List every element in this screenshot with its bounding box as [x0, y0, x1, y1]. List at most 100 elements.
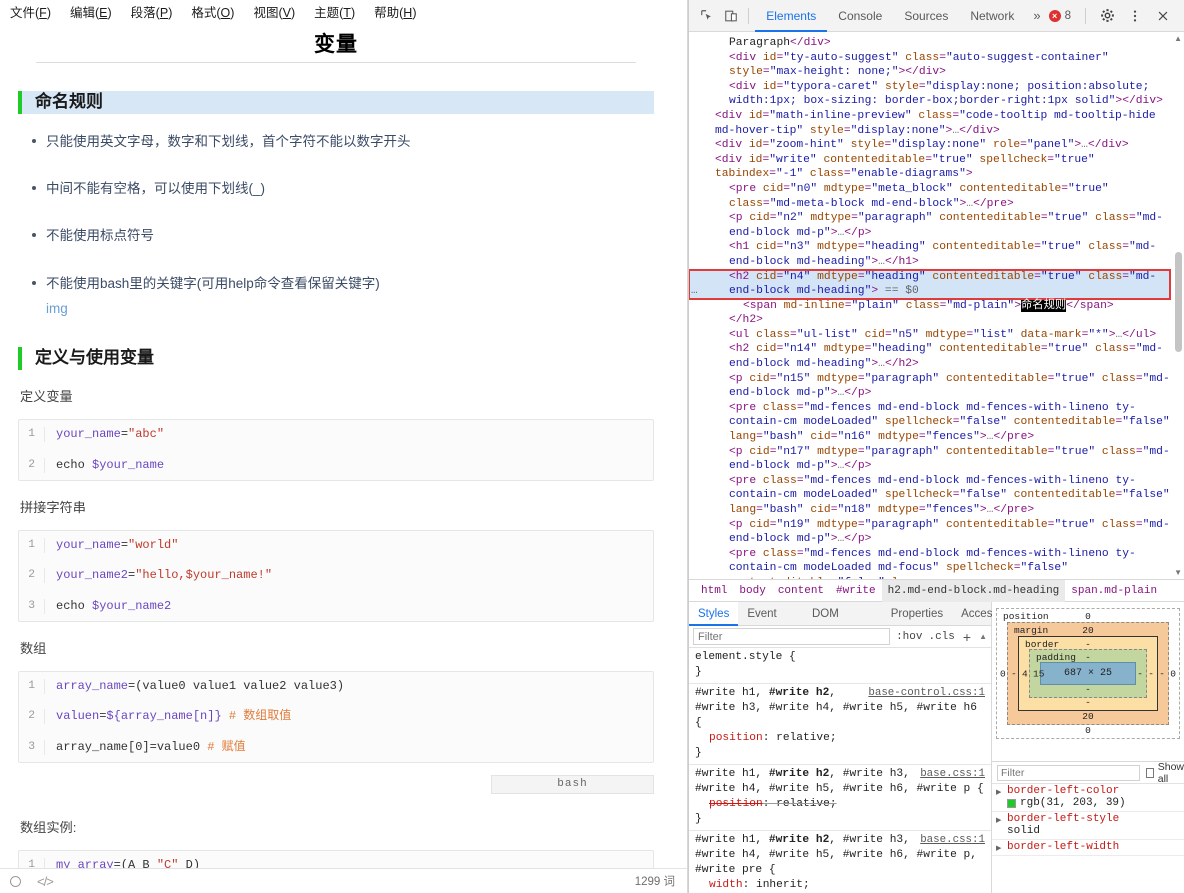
menu-item-theme[interactable]: 主题(T) [314, 2, 355, 21]
padding-bottom-value[interactable]: - [1085, 684, 1091, 695]
gear-icon[interactable] [1094, 4, 1120, 28]
box-model-content-size[interactable]: 687 × 25 [1040, 662, 1136, 685]
css-declaration[interactable]: width: inherit; [695, 878, 985, 893]
breadcrumb-item[interactable]: html [695, 580, 733, 602]
margin-bottom-value[interactable]: 20 [1082, 711, 1093, 722]
dom-node-line[interactable]: <span md-inline="plain" class="md-plain"… [689, 299, 1170, 314]
border-right-value[interactable]: - [1148, 668, 1154, 679]
dom-node-line[interactable]: <ul class="ul-list" cid="n5" mdtype="lis… [689, 328, 1170, 343]
css-declaration[interactable]: position: relative; [695, 731, 985, 746]
img-link[interactable]: img [46, 299, 654, 319]
styles-tab-properties[interactable]: Properties [882, 602, 952, 626]
tab-network[interactable]: Network [959, 0, 1025, 32]
document-body[interactable]: 变量 命名规则 只能使用英文字母，数字和下划线，首个字符不能以数字开头 中间不能… [0, 28, 687, 893]
computed-property-name[interactable]: border-left-color [996, 785, 1180, 797]
menu-item-file[interactable]: 文件(F) [10, 2, 51, 21]
dom-node-line[interactable]: <div id="write" contenteditable="true" s… [689, 153, 1170, 182]
dom-node-line[interactable]: <div id="typora-caret" style="display:no… [689, 80, 1170, 109]
border-bottom-value[interactable]: - [1085, 697, 1091, 708]
padding-right-value[interactable]: - [1137, 668, 1143, 679]
position-top-value[interactable]: 0 [1085, 611, 1091, 622]
breadcrumb[interactable]: html body content #write h2.md-end-block.md-… [689, 579, 1184, 602]
list-item[interactable]: 不能使用bash里的关键字(可用help命令查看保留关键字) img [32, 274, 654, 320]
color-swatch[interactable] [1007, 798, 1016, 808]
paragraph-array-example[interactable]: 数组实例: [20, 817, 654, 836]
expand-arrow-icon[interactable] [996, 816, 1001, 825]
paragraph-define-variable[interactable]: 定义变量 [20, 386, 654, 405]
computed-property-name[interactable]: border-left-width [996, 841, 1180, 853]
breadcrumb-item[interactable]: #write [830, 580, 882, 602]
dom-node-line[interactable]: <div id="math-inline-preview" class="cod… [689, 109, 1170, 138]
margin-left-value[interactable]: - [1011, 668, 1017, 679]
cls-toggle-button[interactable]: .cls [928, 631, 954, 643]
css-declaration[interactable]: position: relative; [695, 797, 985, 812]
paragraph-array[interactable]: 数组 [20, 638, 654, 657]
box-model-diagram[interactable]: position 0 0 0 0 margin 20 - - 20 border… [992, 602, 1184, 762]
checkbox-icon[interactable] [1146, 767, 1154, 778]
breadcrumb-item[interactable]: h2.md-end-block.md-heading [881, 579, 1066, 602]
scroll-up-arrow[interactable]: ▲ [1174, 34, 1182, 43]
scrollbar-thumb[interactable] [1175, 252, 1182, 352]
new-style-rule-button[interactable]: + [961, 629, 973, 645]
styles-filter-input[interactable] [693, 628, 891, 645]
dom-node-line[interactable]: <h1 cid="n3" mdtype="heading" contentedi… [689, 240, 1170, 269]
heading-define-use-variable[interactable]: 定义与使用变量 [18, 347, 654, 371]
dom-node-line[interactable]: Paragraph</div> [689, 36, 1170, 51]
inspect-element-icon[interactable] [695, 4, 719, 28]
device-toolbar-icon[interactable] [719, 4, 743, 28]
menu-item-paragraph[interactable]: 段落(P) [131, 2, 173, 21]
dom-node-line[interactable]: <p cid="n15" mdtype="paragraph" contente… [689, 372, 1170, 401]
padding-top-value[interactable]: - [1085, 652, 1091, 663]
list-item[interactable]: 只能使用英文字母，数字和下划线，首个字符不能以数字开头 [32, 132, 654, 152]
css-property-name[interactable]: position [695, 798, 763, 810]
margin-top-value[interactable]: 20 [1082, 625, 1093, 636]
menu-item-help[interactable]: 帮助(H) [374, 2, 416, 21]
css-selector[interactable]: element.style { [695, 651, 796, 663]
computed-filter-input[interactable] [997, 764, 1140, 781]
css-rule[interactable]: #write h1, #write h2, #write h3, #write h… [689, 831, 991, 893]
styles-tab-event-listeners[interactable]: Event Listeners [738, 602, 803, 644]
css-rule[interactable]: #write h1, #write h2, #write h3, #write h… [689, 684, 991, 765]
padding-left-value[interactable]: 15 [1033, 668, 1044, 679]
css-source-link[interactable]: base-control.css:1 [868, 686, 985, 701]
computed-property-row[interactable]: border-left-stylesolid [992, 812, 1184, 840]
dom-node-line[interactable]: <pre class="md-fences md-end-block md-fe… [689, 474, 1170, 518]
dom-node-line[interactable]: <div id="zoom-hint" style="display:none"… [689, 138, 1170, 153]
dom-node-line[interactable]: <p cid="n2" mdtype="paragraph" contented… [689, 211, 1170, 240]
source-code-icon[interactable]: </> [37, 874, 54, 889]
css-source-link[interactable]: base.css:1 [920, 767, 985, 782]
tab-console[interactable]: Console [827, 0, 893, 32]
dom-node-badge[interactable]: … [691, 284, 699, 299]
more-tabs-icon[interactable]: » [1025, 8, 1048, 23]
dom-node-line[interactable]: <div id="ty-auto-suggest" class="auto-su… [689, 51, 1170, 80]
breadcrumb-item[interactable]: span.md-plain [1065, 580, 1163, 602]
dom-node-line[interactable]: <pre cid="n0" mdtype="meta_block" conten… [689, 182, 1170, 211]
expand-arrow-icon[interactable] [996, 844, 1001, 853]
css-property-name[interactable]: width [695, 879, 743, 891]
dom-node-line[interactable]: <p cid="n19" mdtype="paragraph" contente… [689, 518, 1170, 547]
close-icon[interactable] [1150, 4, 1176, 28]
css-property-name[interactable]: position [695, 732, 763, 744]
dom-node-line[interactable]: <pre class="md-fences md-end-block md-fe… [689, 547, 1170, 579]
tab-elements[interactable]: Elements [755, 0, 828, 32]
heading-naming-rules[interactable]: 命名规则 [18, 91, 654, 114]
css-rule[interactable]: element.style {} [689, 648, 991, 684]
error-count-badge[interactable]: × 8 [1048, 9, 1077, 22]
tab-sources[interactable]: Sources [893, 0, 959, 32]
dom-tree-scrollbar[interactable]: ▲ ▼ [1174, 32, 1183, 579]
computed-property-row[interactable]: border-left-colorrgb(31, 203, 39) [992, 784, 1184, 812]
hov-toggle-button[interactable]: :hov [896, 631, 922, 643]
list-item[interactable]: 不能使用标点符号 [32, 226, 654, 246]
more-vertical-icon[interactable] [1122, 4, 1148, 28]
scroll-down-arrow[interactable]: ▼ [1174, 568, 1182, 577]
css-source-link[interactable]: base.css:1 [920, 833, 985, 848]
dom-node-line[interactable]: <p cid="n17" mdtype="paragraph" contente… [689, 445, 1170, 474]
dom-node-line[interactable]: <pre class="md-fences md-end-block md-fe… [689, 401, 1170, 445]
menu-item-view[interactable]: 视图(V) [253, 2, 295, 21]
circle-icon[interactable] [10, 875, 21, 887]
computed-property-name[interactable]: border-left-style [996, 813, 1180, 825]
styles-tab-dom-breakpoints[interactable]: DOM Breakpoints [803, 602, 882, 644]
css-property-value[interactable]: : relative; [763, 798, 837, 810]
border-left-value[interactable]: 4 [1022, 668, 1028, 679]
css-property-value[interactable]: : inherit; [743, 879, 810, 891]
